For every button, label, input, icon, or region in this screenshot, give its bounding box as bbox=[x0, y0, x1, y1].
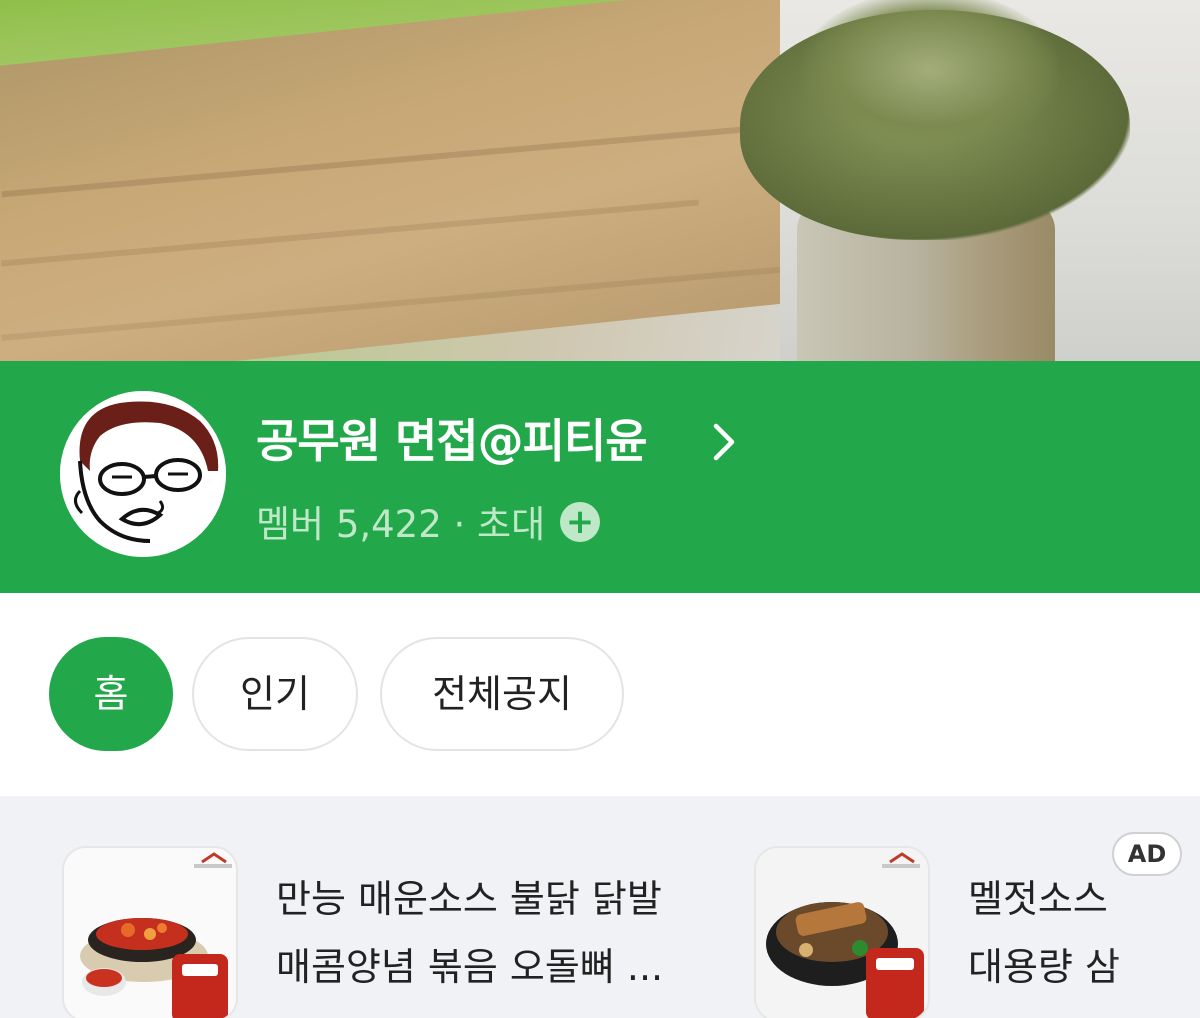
ad-title-line-2[interactable]: 매콤양념 볶음 오돌뼈 ... bbox=[276, 934, 663, 1000]
cafe-cover-image bbox=[0, 0, 1200, 361]
ad-product-image[interactable] bbox=[62, 846, 238, 1018]
cafe-title[interactable]: 공무원 면접@피티윤 bbox=[256, 405, 648, 471]
tab-home[interactable]: 홈 bbox=[49, 637, 173, 751]
ad-title-line-1[interactable]: 멜젓소스 bbox=[968, 866, 1108, 932]
product-photo bbox=[64, 848, 236, 1018]
tab-all-notices[interactable]: 전체공지 bbox=[380, 637, 624, 751]
tab-popular[interactable]: 인기 bbox=[192, 637, 358, 751]
ad-title-line-1[interactable]: 만능 매운소스 불닭 닭발 bbox=[276, 866, 662, 932]
ad-title-line-2[interactable]: 대용량 삼 bbox=[968, 934, 1120, 1000]
ad-product-image[interactable] bbox=[754, 846, 930, 1018]
ad-carousel: 만능 매운소스 불닭 닭발 매콤양념 볶음 오돌뼈 ... 멜젓소스 대용량 삼 bbox=[0, 796, 1200, 1018]
plus-circle-icon[interactable]: + bbox=[560, 502, 600, 542]
cafe-avatar[interactable] bbox=[60, 391, 226, 557]
cafe-meta: 멤버 5,422 · 초대 bbox=[256, 503, 546, 546]
ad-badge[interactable]: AD bbox=[1112, 832, 1182, 876]
chevron-right-icon[interactable] bbox=[708, 420, 740, 464]
avatar-drawing bbox=[60, 391, 226, 557]
carousel-fade bbox=[1110, 796, 1200, 1018]
cafe-tab-bar: 홈 인기 전체공지 bbox=[0, 593, 1200, 796]
product-photo bbox=[756, 848, 928, 1018]
